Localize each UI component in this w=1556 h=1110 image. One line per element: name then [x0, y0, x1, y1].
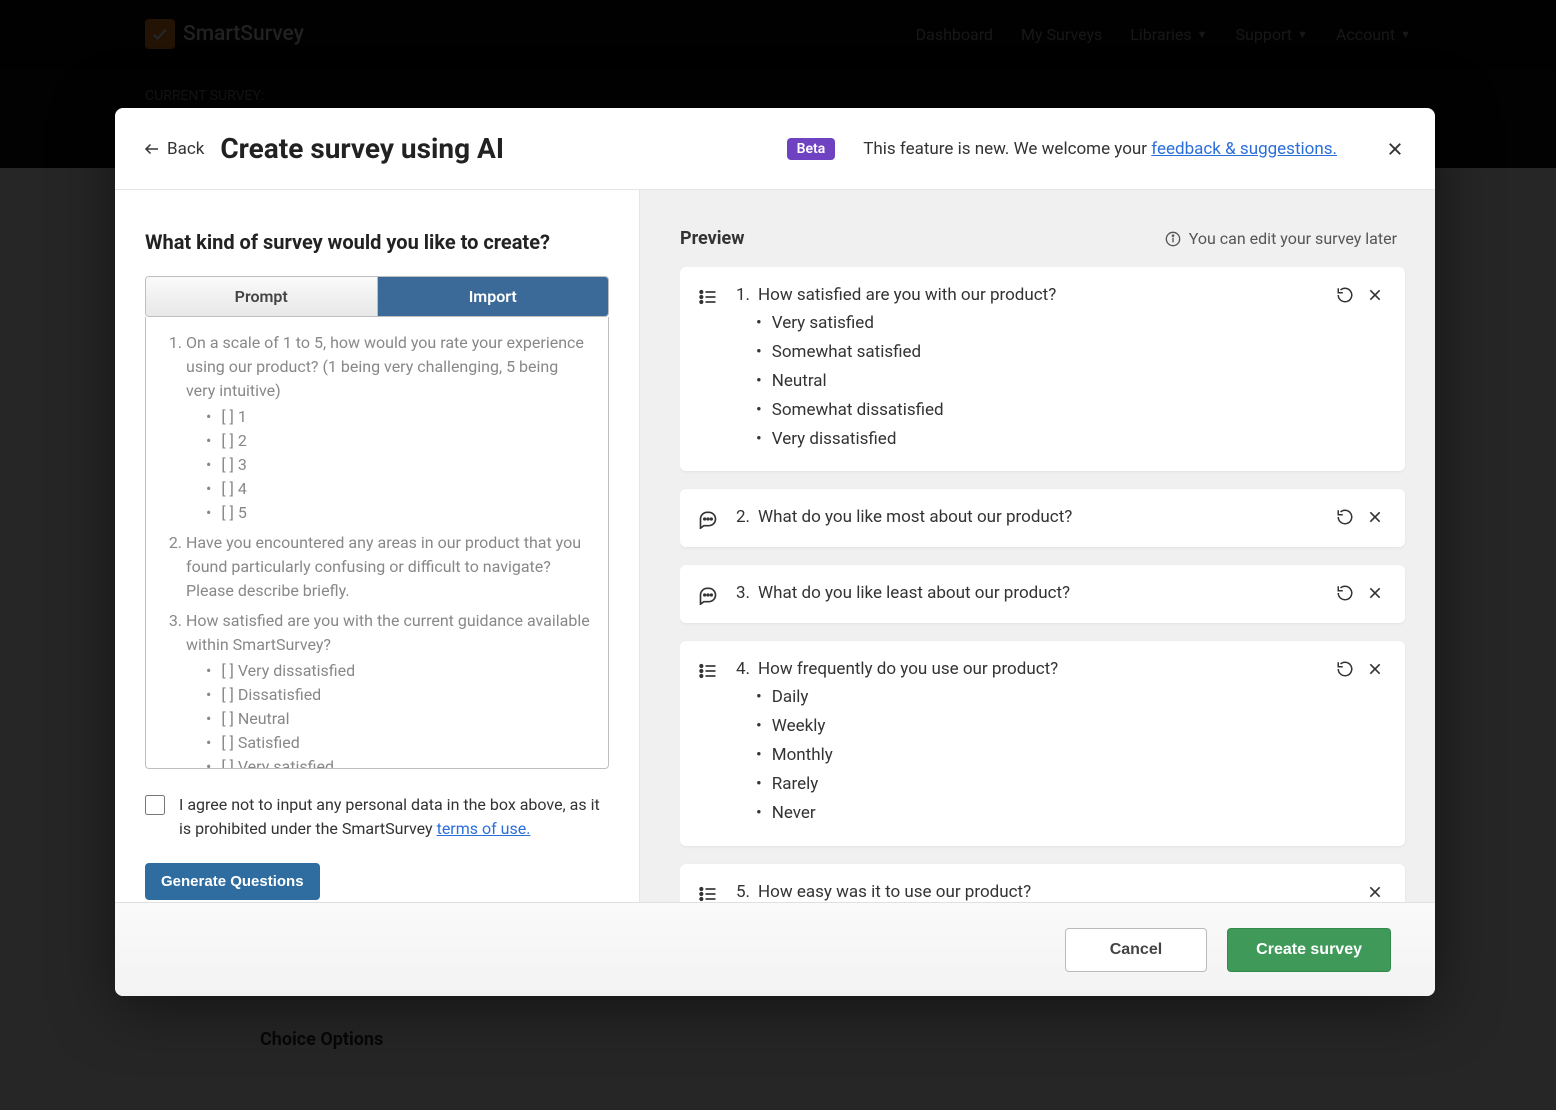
question-body: 2. What do you like most about our produc… [736, 507, 1319, 529]
edit-later-note: You can edit your survey later [1165, 229, 1397, 248]
question-text: How frequently do you use our product? [758, 659, 1058, 679]
question-option: Daily [736, 683, 1319, 712]
consent-checkbox[interactable] [145, 795, 165, 815]
modal-header: Back Create survey using AI Beta This fe… [115, 108, 1435, 190]
question-actions [1335, 285, 1385, 453]
preview-question-list: 1. How satisfied are you with our product… [680, 267, 1427, 902]
question-actions [1335, 583, 1385, 605]
ai-survey-modal: Back Create survey using AI Beta This fe… [115, 108, 1435, 996]
prompt-pane: What kind of survey would you like to cr… [115, 190, 640, 902]
question-actions [1365, 882, 1385, 902]
import-line: How satisfied are you with the current g… [186, 609, 590, 769]
create-survey-button[interactable]: Create survey [1227, 928, 1391, 972]
question-number: 5. [736, 882, 750, 902]
question-body: 5.How easy was it to use our product?Ver… [736, 882, 1349, 902]
question-option: Weekly [736, 712, 1319, 741]
regenerate-button[interactable] [1335, 583, 1355, 603]
question-body: 1. How satisfied are you with our product… [736, 285, 1319, 453]
question-options: DailyWeeklyMonthlyRarelyNever [736, 683, 1319, 827]
question-text: What do you like least about our product… [758, 583, 1070, 603]
info-icon [1165, 231, 1181, 247]
regenerate-button[interactable] [1335, 285, 1355, 305]
question-card: 2. What do you like most about our produc… [680, 489, 1405, 547]
preview-title: Preview [680, 228, 744, 249]
feedback-link[interactable]: feedback & suggestions. [1151, 139, 1337, 159]
terms-link[interactable]: terms of use. [437, 819, 531, 838]
modal-footer: Cancel Create survey [115, 902, 1435, 996]
question-option: Very dissatisfied [736, 425, 1319, 454]
question-text: How satisfied are you with our product? [758, 285, 1056, 305]
remove-question-button[interactable] [1365, 285, 1385, 305]
preview-pane: Preview You can edit your survey later 1… [640, 190, 1435, 902]
regenerate-button[interactable] [1335, 659, 1355, 679]
list-icon [698, 285, 720, 453]
prompt-heading: What kind of survey would you like to cr… [145, 230, 609, 254]
question-text: What do you like most about our product? [758, 507, 1072, 527]
remove-question-button[interactable] [1365, 659, 1385, 679]
import-line: Have you encountered any areas in our pr… [186, 531, 590, 603]
regenerate-button[interactable] [1335, 507, 1355, 527]
comment-icon [698, 507, 720, 529]
question-number: 2. [736, 507, 750, 527]
close-modal-button[interactable] [1383, 137, 1407, 161]
question-option: Neutral [736, 367, 1319, 396]
list-icon [698, 659, 720, 827]
close-icon [1386, 140, 1404, 158]
question-body: 3. What do you like least about our produ… [736, 583, 1319, 605]
import-textarea[interactable]: On a scale of 1 to 5, how would you rate… [145, 317, 609, 769]
arrow-left-icon [143, 140, 161, 158]
beta-badge: Beta [787, 138, 836, 160]
question-card: 4. How frequently do you use our product?… [680, 641, 1405, 845]
question-option: Monthly [736, 741, 1319, 770]
remove-question-button[interactable] [1365, 583, 1385, 603]
question-text: How easy was it to use our product? [758, 882, 1031, 902]
consent-row: I agree not to input any personal data i… [145, 793, 609, 841]
tab-prompt[interactable]: Prompt [146, 277, 378, 316]
cancel-button[interactable]: Cancel [1065, 928, 1207, 972]
remove-question-button[interactable] [1365, 882, 1385, 902]
prompt-tabs: Prompt Import [145, 276, 609, 317]
remove-question-button[interactable] [1365, 507, 1385, 527]
question-card: 5.How easy was it to use our product?Ver… [680, 864, 1405, 902]
tab-import[interactable]: Import [378, 277, 609, 316]
question-option: Rarely [736, 770, 1319, 799]
question-card: 3. What do you like least about our produ… [680, 565, 1405, 623]
back-button[interactable]: Back [143, 139, 204, 159]
list-icon [698, 882, 720, 902]
question-options: Very satisfiedSomewhat satisfiedNeutralS… [736, 309, 1319, 453]
question-option: Somewhat dissatisfied [736, 396, 1319, 425]
back-label: Back [167, 139, 204, 159]
consent-text: I agree not to input any personal data i… [179, 795, 600, 838]
question-option: Somewhat satisfied [736, 338, 1319, 367]
question-number: 1. [736, 285, 750, 305]
question-option: Never [736, 799, 1319, 828]
question-number: 4. [736, 659, 750, 679]
question-number: 3. [736, 583, 750, 603]
feature-note: This feature is new. We welcome your fee… [863, 139, 1337, 159]
generate-questions-button[interactable]: Generate Questions [145, 863, 320, 900]
question-body: 4. How frequently do you use our product?… [736, 659, 1319, 827]
question-actions [1335, 507, 1385, 529]
modal-title: Create survey using AI [220, 132, 504, 165]
comment-icon [698, 583, 720, 605]
question-option: Very satisfied [736, 309, 1319, 338]
import-line: On a scale of 1 to 5, how would you rate… [186, 331, 590, 525]
question-card: 1. How satisfied are you with our product… [680, 267, 1405, 471]
question-actions [1335, 659, 1385, 827]
